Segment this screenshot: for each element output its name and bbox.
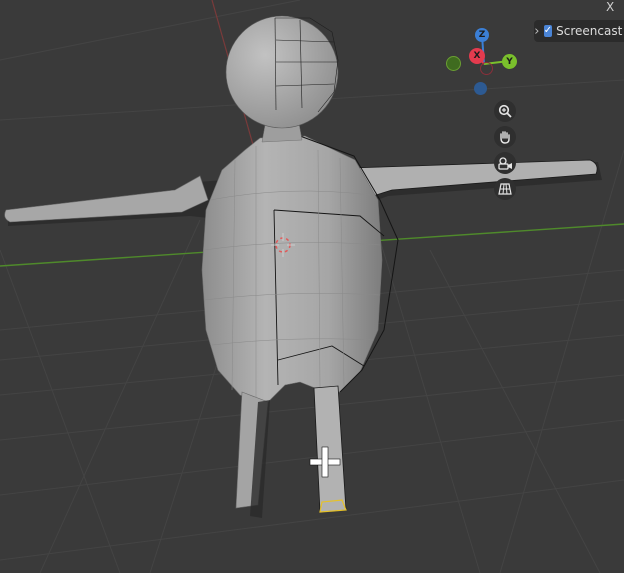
head: [225, 15, 339, 129]
3d-viewport[interactable]: [0, 0, 624, 573]
camera-view-button[interactable]: [494, 152, 516, 174]
navigation-gizmo[interactable]: Z X Y: [440, 26, 524, 98]
viewport-canvas[interactable]: [0, 0, 624, 573]
gizmo-x-axis[interactable]: X: [469, 48, 485, 64]
grid-icon: [498, 183, 512, 195]
gizmo-neg-y-axis[interactable]: [446, 56, 461, 71]
hand-icon: [500, 131, 510, 144]
perspective-toggle-button[interactable]: [494, 178, 516, 200]
gizmo-neg-z-axis[interactable]: [474, 82, 487, 95]
camera-icon: [498, 157, 512, 170]
pan-button[interactable]: [494, 126, 516, 148]
gizmo-z-axis[interactable]: Z: [475, 28, 489, 42]
checkbox[interactable]: ✓: [543, 25, 553, 37]
gizmo-y-axis[interactable]: Y: [502, 54, 517, 69]
torso: [201, 135, 383, 406]
gizmo-neg-x-axis[interactable]: [480, 62, 493, 75]
magnifier-plus-icon: [498, 104, 512, 118]
chevron-right-icon[interactable]: ›: [534, 24, 540, 39]
corner-close-glyph[interactable]: X: [606, 0, 624, 16]
zoom-button[interactable]: [494, 100, 516, 122]
screencast-keys-panel[interactable]: › ✓ Screencast K: [534, 20, 624, 42]
screencast-label: Screencast K: [556, 24, 624, 38]
